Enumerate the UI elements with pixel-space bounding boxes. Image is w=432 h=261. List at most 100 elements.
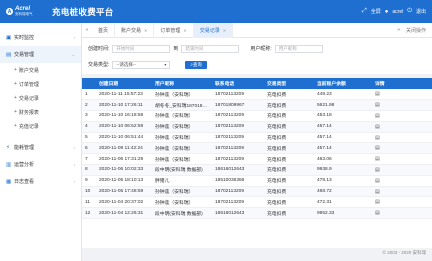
detail-icon[interactable]: ▤ [375,156,380,162]
detail-icon[interactable]: ▤ [375,102,380,108]
column-header[interactable]: 联系电话 [212,78,264,89]
column-header[interactable]: 用户昵称 [152,78,212,89]
sidebar-item-monitor[interactable]: ▣ 实时监控 ‹ [0,29,81,46]
table-cell-detail[interactable]: ▤ [372,154,432,165]
filter-panel: 创建时间: 开始时间 到 结束时间 用户昵称: 用户昵称 交易类型: --请选择… [82,38,432,74]
table-cell-detail[interactable]: ▤ [372,100,432,111]
table-cell: 5 [85,135,88,141]
table-cell: 充电扣费 [267,92,287,98]
table-cell: 2020-11-10 16:18:58 [99,113,144,119]
table-cell-detail[interactable]: ▤ [372,143,432,154]
table-cell-detail[interactable]: ▤ [372,208,432,219]
table-cell-detail[interactable]: ▤ [372,132,432,143]
detail-icon[interactable]: ▤ [375,199,380,205]
detail-icon[interactable]: ▤ [375,178,380,184]
column-header[interactable]: 当前账户余额 [314,78,372,89]
monitor-icon: ▣ [6,34,12,41]
sidebar-item-energy[interactable]: ⚡ 能耗管理 ‹ [0,139,81,156]
table-cell: 18702113209 [215,113,244,119]
table-cell: 4 [85,124,88,130]
logout-icon[interactable]: ⏻ [407,8,412,15]
user-input[interactable]: 用户昵称 [274,44,323,53]
table-cell-detail[interactable]: ▤ [372,186,432,197]
table-cell: 18616012643 [215,210,245,216]
close-ops-button[interactable]: 关闭操作 [406,27,426,34]
sidebar-subitem-order-manage[interactable]: + 订单管理 [0,77,81,91]
table-row[interactable]: 6 2020-11-09 11:42:24 孙钟莲（安科瑞） 18702113209 充… [82,142,432,154]
table-row[interactable]: 2 2020-11-10 17:26:11 胡冬冬_安科瑞18701809967 18… [82,99,432,111]
fullscreen-button[interactable]: 全屏 [371,8,381,15]
start-time-input[interactable]: 开始时间 [112,44,171,53]
tab-scroll-right-icon[interactable]: » [397,27,400,34]
detail-icon[interactable]: ▤ [375,135,380,141]
table-cell: 472.31 [317,199,332,205]
table-cell: 孙钟莲（安科瑞） [155,92,194,98]
table-cell-detail[interactable]: ▤ [372,165,432,176]
table-cell-detail[interactable]: ▤ [372,89,432,100]
table-cell: 6 [85,145,88,151]
sidebar-subitem-recharge-record[interactable]: + 充值记录 [0,119,81,133]
table-row[interactable]: 7 2020-11-06 17:31:29 孙钟莲（安科瑞） 18702113209 充… [82,154,432,165]
table-cell: 2020-11-10 06:51:44 [99,135,144,141]
table-cell: 11 [85,199,90,205]
table-row[interactable]: 9 2020-11-05 18:10:13 胖猪儿 18510036366 充电扣费 47… [82,175,432,187]
sidebar-subitem-trade-record[interactable]: + 交易记录 [0,91,81,105]
username[interactable]: acrel [392,9,403,15]
logout-button[interactable]: 退出 [416,8,426,15]
close-icon[interactable]: ✕ [144,28,147,33]
table-cell: 2 [85,102,88,108]
end-time-input[interactable]: 结束时间 [181,44,240,53]
tab-order-manage[interactable]: 订单管理 ✕ [154,22,194,38]
tab-trade-record[interactable]: 交易记录 ✕ [193,22,234,38]
table-cell: 充电扣费 [267,125,287,131]
table-row[interactable]: 11 2020-11-04 20:37:02 孙钟莲（安科瑞） 18702113209… [82,197,432,208]
tab-scroll-left-icon[interactable]: « [82,27,92,33]
table-cell: 充电扣费 [267,146,287,152]
sidebar-item-analysis[interactable]: ▥ 运营分析 ‹ [0,156,81,173]
detail-icon[interactable]: ▤ [375,189,380,195]
type-select[interactable]: --请选择-- ▾ [112,60,171,69]
table-cell: 孙钟莲（安科瑞） [155,114,194,120]
detail-icon[interactable]: ▤ [375,113,380,119]
detail-icon[interactable]: ▤ [375,210,380,216]
table-cell: 9938.9 [317,167,332,173]
table-row[interactable]: 1 2020-11-11 15:57:23 孙钟莲（安科瑞） 18702113209 充… [82,89,432,100]
table-cell: 充电扣费 [267,114,287,120]
table-cell: 18510036366 [215,178,245,184]
user-label: 用户昵称: [250,46,272,52]
sidebar-subitem-finance-report[interactable]: + 财务报表 [0,105,81,119]
table-row[interactable]: 3 2020-11-10 16:18:58 孙钟莲（安科瑞） 18702113209 充… [82,111,432,122]
sidebar-item-log[interactable]: ▦ 日志查看 ‹ [0,173,81,190]
detail-icon[interactable]: ▤ [375,167,380,173]
table-cell: 充电扣费 [267,211,287,217]
close-icon[interactable]: ✕ [183,28,186,33]
table-row[interactable]: 4 2020-11-10 06:52:59 孙钟莲（安科瑞） 18702113209 充… [82,121,432,133]
tab-home[interactable]: 首页 [92,22,116,38]
table-cell-detail[interactable]: ▤ [372,197,432,208]
close-icon[interactable]: ✕ [223,28,226,33]
detail-icon[interactable]: ▤ [375,91,380,97]
table-cell-detail[interactable]: ▤ [372,121,432,132]
table-cell: 5621.98 [317,102,335,108]
table-cell-detail[interactable]: ▤ [372,175,432,186]
sidebar-item-label: 实时监控 [14,35,35,41]
fullscreen-icon[interactable]: ⤢ [362,8,367,15]
table-row[interactable]: 10 2020-11-05 17:48:59 孙钟莲（安科瑞） 18702113209… [82,186,432,197]
table-cell: 2020-11-10 17:26:11 [99,102,143,108]
table-cell: 2020-11-05 18:10:13 [99,178,144,184]
energy-icon: ⚡ [6,144,10,151]
sidebar-subitem-account-trade[interactable]: + 账户交易 [0,63,81,77]
column-header[interactable]: 交易类型 [264,78,314,89]
detail-icon[interactable]: ▤ [375,145,380,151]
table-cell-detail[interactable]: ▤ [372,111,432,122]
sidebar-item-trade[interactable]: ▤ 交易管理 ⌄ [0,46,81,63]
tab-account-trade[interactable]: 账户交易 ✕ [115,22,155,38]
detail-icon[interactable]: ▤ [375,124,380,130]
table-row[interactable]: 8 2020-11-06 10:02:33 段中明(安科瑞 数据部) 18616012… [82,164,432,176]
table-row[interactable]: 12 2020-11-04 12:26:31 段中明(安科瑞 数据部) 1861601… [82,207,432,219]
table-cell: 457.14 [317,124,332,130]
column-header[interactable]: 创建日期 [96,78,152,89]
table-row[interactable]: 5 2020-11-10 06:51:44 孙钟莲（安科瑞） 18702113209 充… [82,132,432,143]
search-button[interactable]: ⌕ 查询 [185,60,207,69]
table-cell: 段中明(安科瑞 数据部) [155,211,203,217]
